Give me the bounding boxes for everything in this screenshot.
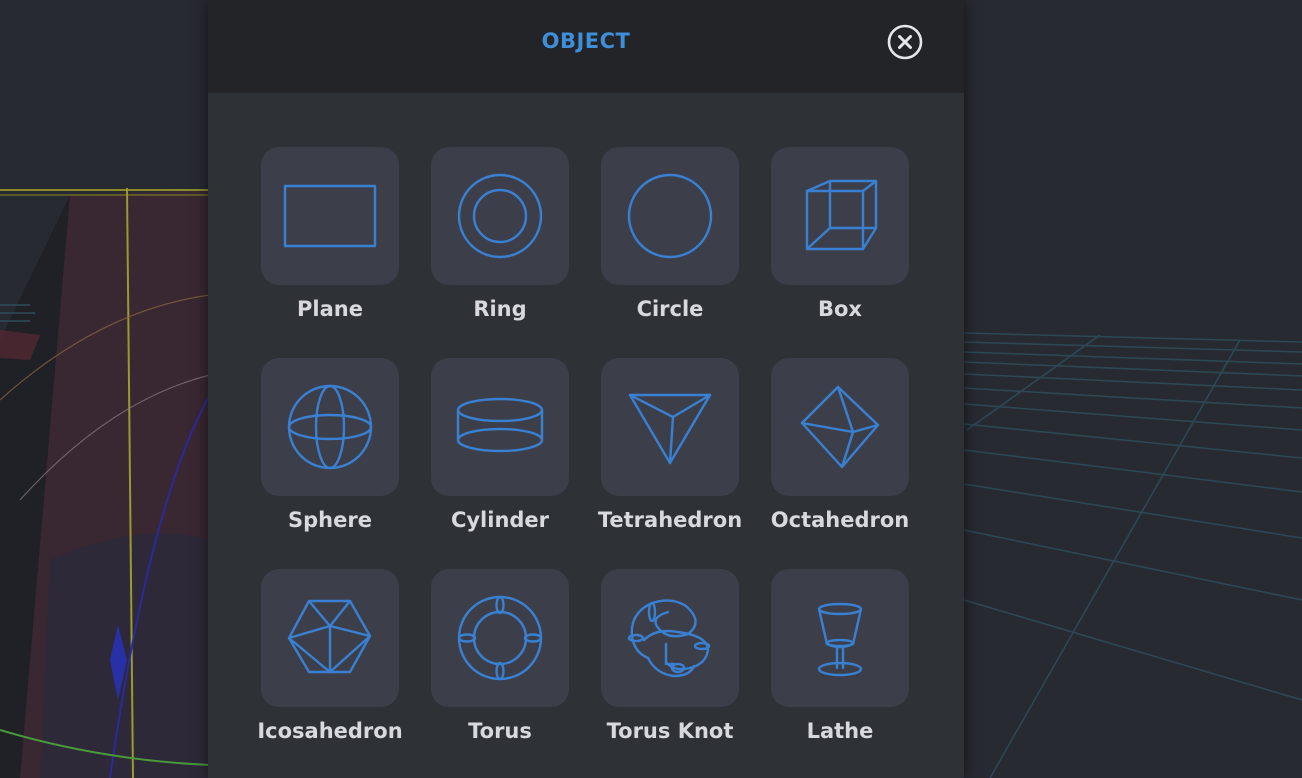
close-circle-icon <box>887 24 923 60</box>
close-button[interactable] <box>887 24 923 60</box>
object-label: Lathe <box>806 719 874 743</box>
object-item-tetrahedron[interactable]: Tetrahedron <box>598 358 742 532</box>
object-tile[interactable] <box>771 358 909 496</box>
panel-header: OBJECT <box>208 0 964 93</box>
object-tile[interactable] <box>431 569 569 707</box>
panel-title: OBJECT <box>541 29 631 53</box>
ring-icon <box>457 173 543 259</box>
torus-icon <box>457 595 543 681</box>
object-tile[interactable] <box>601 358 739 496</box>
torus-knot-icon <box>627 599 711 678</box>
object-tile[interactable] <box>601 147 739 285</box>
object-label: Torus <box>468 719 532 743</box>
object-tile[interactable] <box>261 147 399 285</box>
object-item-circle[interactable]: Circle <box>601 147 739 321</box>
object-grid: Plane Ring Circle Box Sphere Cylinder Te… <box>257 147 909 743</box>
object-label: Octahedron <box>770 508 910 532</box>
object-tile[interactable] <box>771 569 909 707</box>
object-label: Ring <box>473 297 527 321</box>
object-tile[interactable] <box>261 358 399 496</box>
object-tile[interactable] <box>601 569 739 707</box>
object-item-lathe[interactable]: Lathe <box>771 569 909 743</box>
circle-icon <box>627 173 713 259</box>
tetrahedron-icon <box>628 393 712 465</box>
object-tile[interactable] <box>431 358 569 496</box>
object-item-plane[interactable]: Plane <box>261 147 399 321</box>
object-item-torus[interactable]: Torus <box>431 569 569 743</box>
object-tile[interactable] <box>431 147 569 285</box>
object-tile[interactable] <box>261 569 399 707</box>
icosahedron-icon <box>287 599 372 674</box>
box-icon <box>805 179 878 251</box>
lathe-icon <box>817 602 863 677</box>
object-label: Tetrahedron <box>597 508 743 532</box>
octahedron-icon <box>800 385 880 469</box>
object-item-cylinder[interactable]: Cylinder <box>431 358 569 532</box>
object-label: Icosahedron <box>257 719 403 743</box>
object-label: Box <box>818 297 862 321</box>
object-label: Plane <box>297 297 363 321</box>
object-picker-panel: OBJECT Plane Ring Circle Box Sphere Cyli… <box>208 0 964 778</box>
object-item-torus-knot[interactable]: Torus Knot <box>601 569 739 743</box>
object-tile[interactable] <box>771 147 909 285</box>
object-label: Cylinder <box>450 508 550 532</box>
cylinder-icon <box>456 397 544 453</box>
plane-icon <box>283 184 377 248</box>
object-item-octahedron[interactable]: Octahedron <box>771 358 909 532</box>
scene-object-left <box>0 187 211 778</box>
object-label: Circle <box>636 297 704 321</box>
object-label: Sphere <box>288 508 372 532</box>
sphere-icon <box>287 384 373 470</box>
object-label: Torus Knot <box>606 719 734 743</box>
object-item-ring[interactable]: Ring <box>431 147 569 321</box>
object-item-sphere[interactable]: Sphere <box>261 358 399 532</box>
object-item-box[interactable]: Box <box>771 147 909 321</box>
object-item-icosahedron[interactable]: Icosahedron <box>257 569 403 743</box>
